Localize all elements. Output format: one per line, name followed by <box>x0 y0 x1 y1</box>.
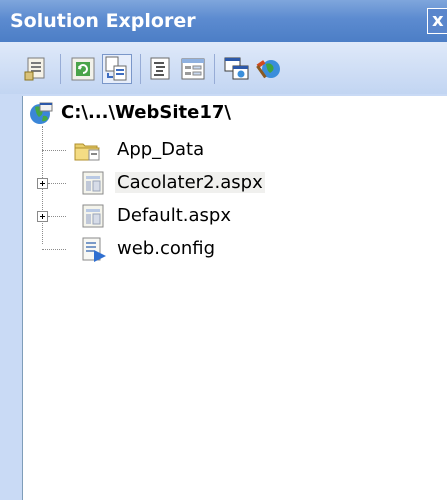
refresh-icon <box>71 57 95 81</box>
view-designer-button[interactable] <box>178 54 208 84</box>
tree-connector <box>48 216 66 217</box>
aspx-page-icon <box>82 171 104 195</box>
tree-item-default-aspx[interactable]: Default.aspx <box>23 203 443 231</box>
tree-root[interactable]: C:\...\WebSite17\ <box>23 100 443 128</box>
properties-button[interactable] <box>22 54 52 84</box>
toolbar-separator <box>60 54 61 84</box>
config-file-icon <box>82 237 106 262</box>
view-code-button[interactable] <box>146 54 176 84</box>
copy-website-button[interactable] <box>222 54 252 84</box>
toolbar-separator <box>214 54 215 84</box>
tree-connector <box>42 249 66 250</box>
properties-icon <box>24 57 45 81</box>
solution-tree[interactable]: C:\...\WebSite17\ App_Data Cacolater2.as… <box>22 96 447 500</box>
aspx-page-icon <box>82 204 104 228</box>
tree-item-web-config[interactable]: web.config <box>23 236 443 264</box>
tree-connector <box>42 150 66 151</box>
globe-website-icon <box>30 102 53 124</box>
view-code-icon <box>150 57 170 80</box>
tree-root-label: C:\...\WebSite17\ <box>61 102 231 123</box>
copy-website-icon <box>224 57 249 80</box>
refresh-button[interactable] <box>68 54 98 84</box>
view-designer-icon <box>181 58 205 80</box>
tree-item-cacolater2-aspx[interactable]: Cacolater2.aspx <box>23 170 443 198</box>
tree-item-label: App_Data <box>117 139 205 160</box>
solution-explorer-panel: Solution Explorer x C:\...\WebSite17\ Ap… <box>0 0 447 500</box>
asp-net-configuration-icon <box>256 60 280 79</box>
nest-related-files-button[interactable] <box>102 54 132 84</box>
nest-related-files-icon <box>105 56 127 81</box>
expand-toggle[interactable] <box>37 211 48 222</box>
toolbar <box>0 42 447 94</box>
folder-icon <box>74 143 100 161</box>
tree-item-app-data[interactable]: App_Data <box>23 137 443 165</box>
tree-item-label: Default.aspx <box>117 205 231 226</box>
title-bar[interactable]: Solution Explorer x <box>0 0 447 42</box>
tree-item-label: web.config <box>117 238 216 259</box>
close-icon: x <box>432 10 444 31</box>
tree-connector <box>48 183 66 184</box>
expand-toggle[interactable] <box>37 178 48 189</box>
toolbar-separator <box>140 54 141 84</box>
panel-title: Solution Explorer <box>10 10 196 32</box>
tree-item-label: Cacolater2.aspx <box>115 172 265 193</box>
close-button[interactable]: x <box>427 8 447 34</box>
asp-net-configuration-button[interactable] <box>254 54 284 84</box>
